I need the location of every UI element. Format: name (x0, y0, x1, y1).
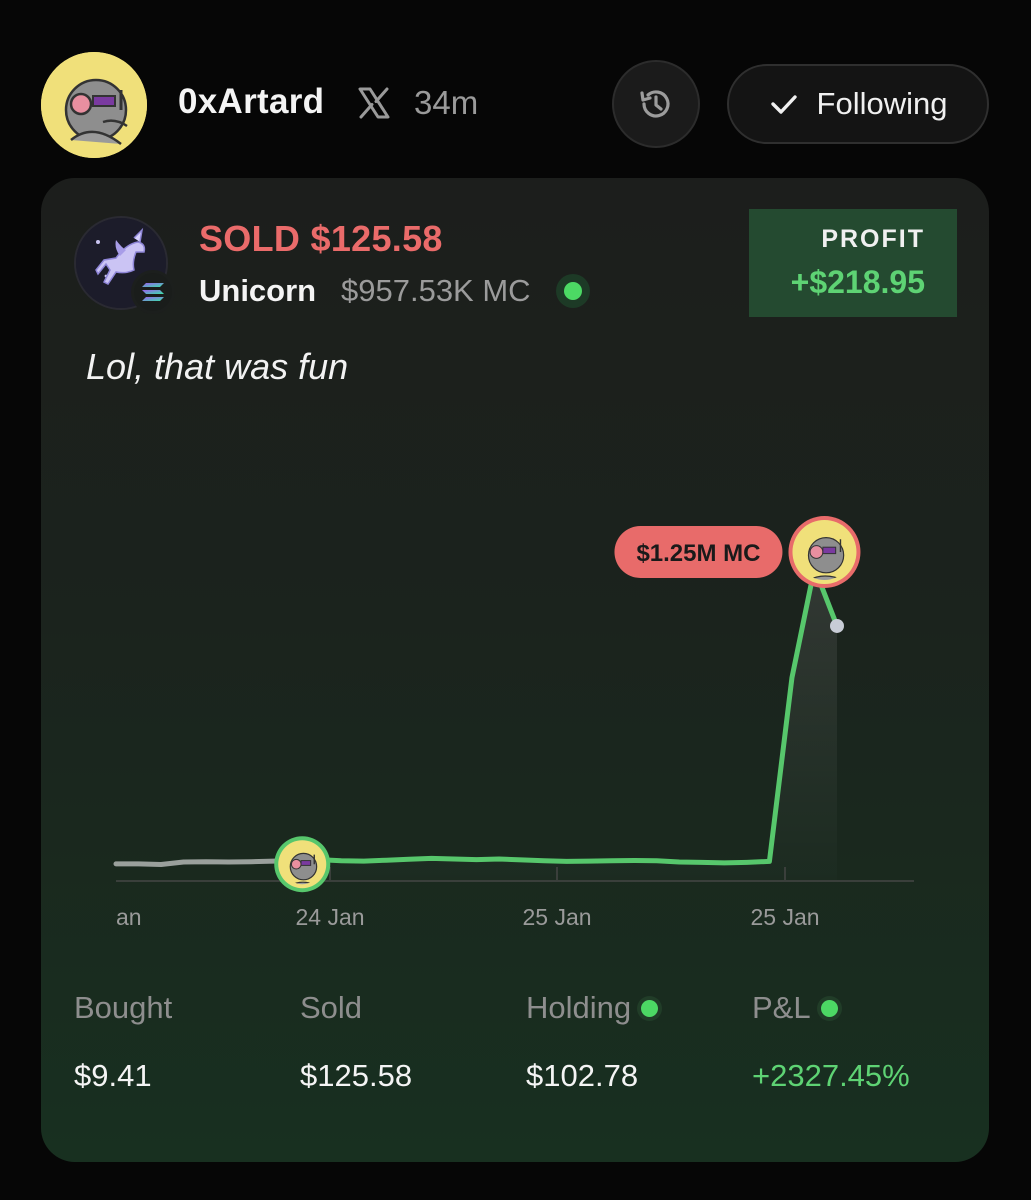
stat-value: $125.58 (300, 1058, 413, 1093)
x-tick-label: 25 Jan (522, 904, 591, 930)
sell-marker[interactable] (788, 516, 861, 588)
stat-pnl: P&L +2327.45% (752, 990, 910, 1094)
stat-sold: Sold $125.58 (300, 990, 412, 1094)
x-tick-label: an (116, 904, 142, 930)
current-price-dot (830, 618, 844, 633)
history-button[interactable] (612, 60, 700, 148)
history-clock-icon (640, 90, 670, 118)
series-line-holding (293, 565, 817, 866)
following-button[interactable]: Following (727, 64, 989, 144)
stat-bought: Bought $9.41 (74, 990, 172, 1094)
stat-value: $102.78 (526, 1058, 639, 1093)
post-time: 34m (414, 84, 479, 121)
x-tick-label: 25 Jan (750, 904, 819, 930)
feed-post: 0xArtard 34m Following SOLD $125.58 Unic… (0, 0, 1031, 1200)
stat-holding: Holding $102.78 (526, 990, 659, 1094)
user-avatar[interactable] (41, 52, 147, 158)
following-label: Following (816, 86, 948, 121)
stat-value: $9.41 (74, 1058, 152, 1093)
holding-live-dot (641, 999, 659, 1017)
buy-marker[interactable] (274, 836, 331, 893)
price-chart[interactable]: an 24 Jan 25 Jan 25 Jan $1.25M MC (41, 178, 989, 978)
stat-label: Bought (74, 990, 173, 1025)
x-tick-label: 24 Jan (295, 904, 364, 930)
x-logo-icon[interactable] (357, 86, 391, 120)
series-line-pre-buy (113, 857, 299, 867)
checkmark-icon (770, 95, 797, 114)
username[interactable]: 0xArtard (178, 82, 324, 122)
holding-area (296, 568, 837, 881)
stat-label: Holding (526, 990, 632, 1025)
stat-value: +2327.45% (752, 1058, 910, 1093)
stat-label: Sold (300, 990, 363, 1025)
trade-card[interactable]: SOLD $125.58 Unicorn $957.53K MC PROFIT … (41, 178, 989, 1162)
stat-label: P&L (752, 990, 811, 1025)
pnl-live-dot (820, 999, 838, 1017)
peak-label: $1.25M MC (636, 540, 760, 567)
